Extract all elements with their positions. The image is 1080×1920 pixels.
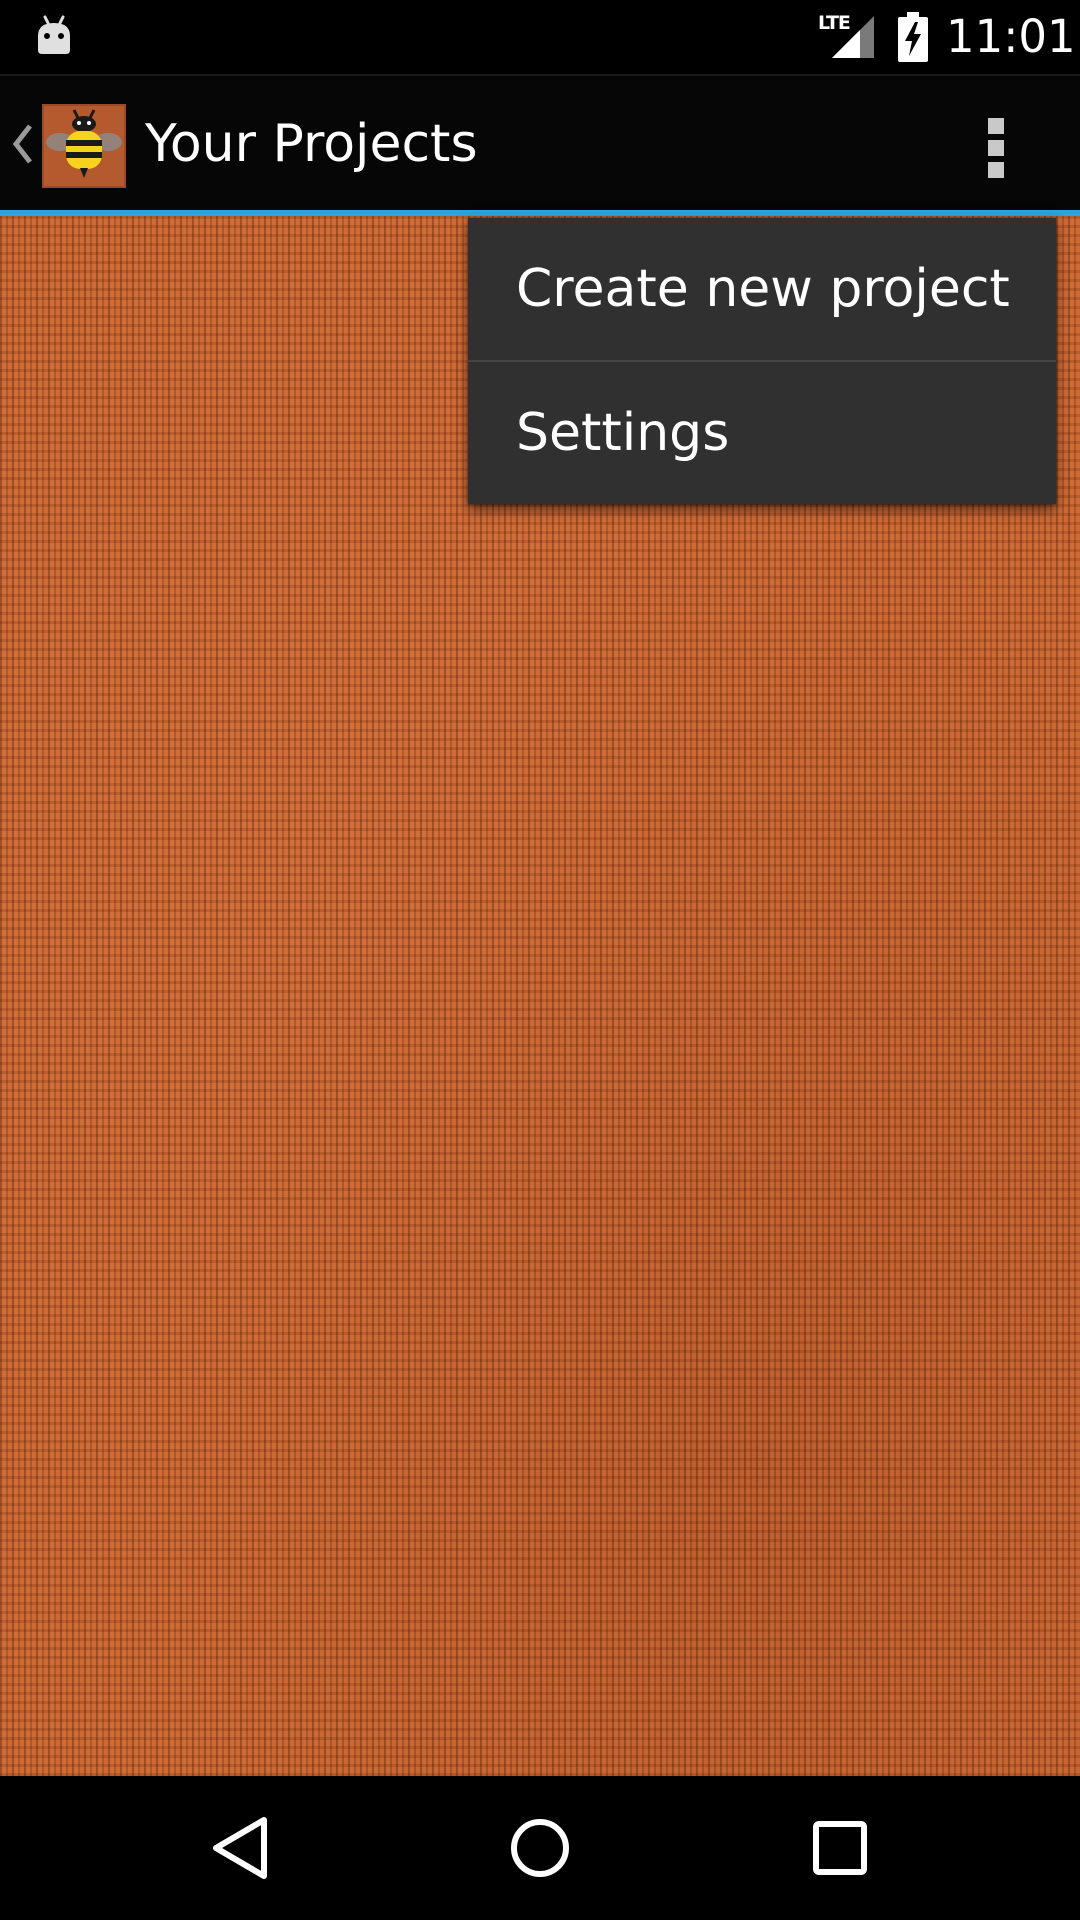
menu-item-label: Create new project (516, 259, 1010, 319)
battery-charging-icon (898, 12, 928, 62)
action-bar: Your Projects (0, 74, 1080, 210)
home-circle-icon[interactable] (500, 1808, 580, 1888)
overflow-dot (988, 162, 1004, 178)
menu-item-create-new-project[interactable]: Create new project (468, 218, 1056, 360)
menu-item-label: Settings (516, 403, 730, 463)
android-robot-icon (38, 15, 70, 54)
page-title: Your Projects (145, 114, 478, 174)
overflow-popup-menu: Create new project Settings (468, 218, 1056, 504)
phone-screen: LTE 11:01 Your Projects Create new proje… (0, 0, 1080, 1920)
bee-logo-icon[interactable] (42, 104, 126, 188)
overflow-menu-button[interactable] (966, 106, 1026, 186)
bee-icon (46, 109, 122, 178)
back-triangle-icon[interactable] (202, 1808, 282, 1888)
recents-square-icon[interactable] (800, 1808, 880, 1888)
navigation-bar (0, 1776, 1080, 1920)
overflow-dot (988, 118, 1004, 134)
status-clock: 11:01 (946, 10, 1076, 63)
overflow-dot (988, 140, 1004, 156)
chevron-left-icon[interactable] (10, 120, 34, 168)
status-bar: LTE 11:01 (0, 0, 1080, 74)
menu-item-settings[interactable]: Settings (468, 362, 1056, 504)
cell-signal-icon (832, 16, 874, 58)
